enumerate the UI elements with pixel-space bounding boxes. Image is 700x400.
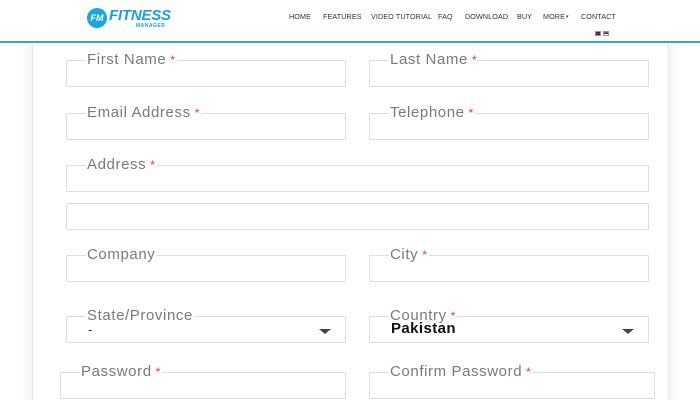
page-shadow-right [669,45,679,400]
state-selected-value: - [88,322,93,337]
language-switcher [595,31,609,36]
first-name-field[interactable]: First Name * [66,51,346,87]
state-province-select[interactable]: State/Province - [66,307,346,343]
email-label: Email Address * [86,104,201,121]
nav-home[interactable]: HOME [289,12,311,21]
logo-badge: FM [87,8,107,28]
fitness-manager-logo[interactable]: FM FITNESS MANAGER [87,5,171,31]
nav-download[interactable]: DOWNLOAD [465,12,508,21]
nav-features[interactable]: FEATURES [323,12,362,21]
serbian-flag-icon[interactable] [603,31,609,36]
chevron-down-icon: ▾ [565,14,569,21]
first-name-label: First Name * [86,51,177,68]
company-label: Company [86,246,157,263]
company-field[interactable]: Company [66,246,346,282]
last-name-label: Last Name * [389,51,479,68]
nav-buy[interactable]: BUY [517,12,532,21]
uk-flag-icon[interactable] [595,31,601,36]
page-shadow-left [22,45,32,400]
password-field[interactable]: Password * [60,363,346,399]
email-field[interactable]: Email Address * [66,104,346,140]
nav-contact[interactable]: CONTACT [581,12,616,21]
confirm-password-field[interactable]: Confirm Password * [369,363,655,399]
dropdown-arrow-icon [319,329,331,334]
address-line2-input[interactable] [67,204,648,229]
country-selected-value: Pakistan [391,320,456,337]
nav-video-tutorial[interactable]: VIDEO TUTORIAL [371,12,432,21]
required-mark: * [468,106,474,120]
required-mark: * [422,248,428,262]
required-mark: * [150,158,156,172]
nav-more-label: MORE [543,12,565,21]
required-mark: * [194,106,200,120]
password-label: Password * [80,363,162,380]
required-mark: * [170,53,176,67]
required-mark: * [155,365,161,379]
city-label: City * [389,246,429,263]
telephone-label: Telephone * [389,104,475,121]
state-province-label: State/Province [86,307,194,324]
address-field[interactable]: Address * [66,156,649,192]
logo-subtitle: MANAGER [136,22,166,29]
address-line2-field[interactable] [66,203,649,230]
logo-name: FITNESS [109,6,171,24]
last-name-field[interactable]: Last Name * [369,51,649,87]
country-select[interactable]: Country * Pakistan [369,307,649,343]
address-label: Address * [86,156,157,173]
nav-faq[interactable]: FAQ [438,12,453,21]
required-mark: * [526,365,532,379]
confirm-password-label: Confirm Password * [389,363,533,380]
page-border-left [32,45,33,400]
top-navbar: FM FITNESS MANAGER HOME FEATURES VIDEO T… [0,0,700,43]
required-mark: * [471,53,478,67]
telephone-field[interactable]: Telephone * [369,104,649,140]
city-field[interactable]: City * [369,246,649,282]
dropdown-arrow-icon [622,329,634,334]
nav-more[interactable]: MORE▾ [543,12,569,21]
